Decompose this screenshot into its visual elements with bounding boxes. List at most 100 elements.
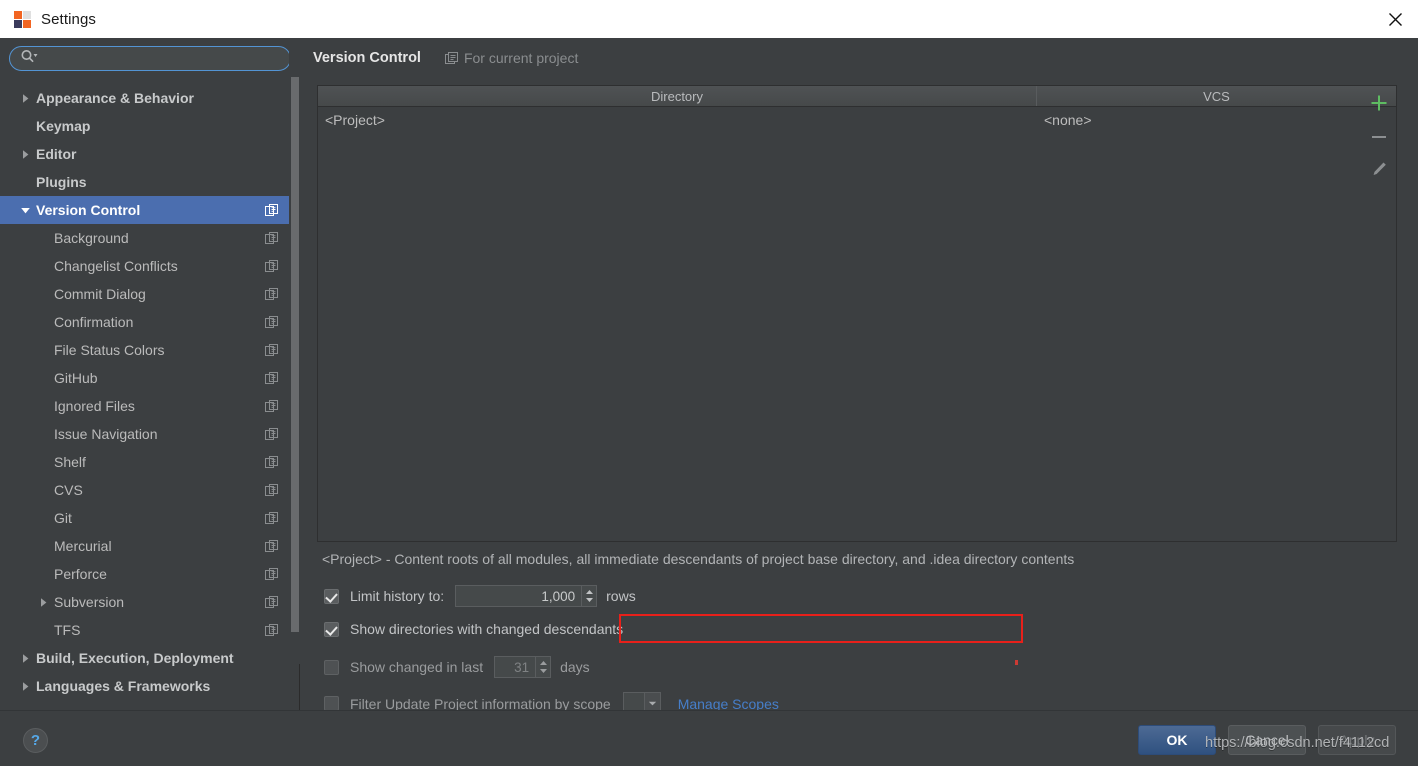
- plus-icon: [1369, 93, 1389, 113]
- show-changed-days-stepper[interactable]: [494, 656, 552, 678]
- sidebar-item-label: File Status Colors: [54, 342, 165, 358]
- show-changed-days-input[interactable]: [495, 657, 536, 677]
- sidebar-item-label: Editor: [36, 146, 77, 162]
- chevron-right-icon[interactable]: [18, 651, 32, 665]
- sidebar-item-subversion[interactable]: Subversion: [0, 588, 291, 616]
- close-icon[interactable]: [1372, 0, 1418, 38]
- sidebar-item-tfs[interactable]: TFS: [0, 616, 291, 644]
- limit-history-label: Limit history to:: [350, 588, 445, 604]
- search-input[interactable]: [41, 47, 290, 70]
- page-title: Version Control: [313, 50, 421, 66]
- sidebar-item-label: Background: [54, 230, 129, 246]
- apply-button: Apply: [1318, 725, 1396, 755]
- sidebar-item-github[interactable]: GitHub: [0, 364, 291, 392]
- vcs-directory-table: Directory VCS <Project> <none>: [317, 85, 1397, 542]
- sidebar-item-languages-frameworks[interactable]: Languages & Frameworks: [0, 672, 291, 700]
- project-scope-icon: [265, 287, 279, 301]
- sidebar-item-label: Shelf: [54, 454, 86, 470]
- add-directory-button[interactable]: [1361, 87, 1397, 119]
- main-panel: Version Control For current project Dire…: [301, 38, 1418, 715]
- limit-history-input[interactable]: [456, 586, 582, 606]
- project-scope-icon: [265, 427, 279, 441]
- chevron-down-icon[interactable]: [18, 203, 32, 217]
- sidebar-item-cvs[interactable]: CVS: [0, 476, 291, 504]
- sidebar-item-label: Commit Dialog: [54, 286, 146, 302]
- sidebar-item-plugins[interactable]: Plugins: [0, 168, 291, 196]
- sidebar-item-keymap[interactable]: Keymap: [0, 112, 291, 140]
- settings-dialog: Settings Appearance & Behavior Keymap Edit…: [0, 0, 1418, 766]
- annotation-red-dot: [1015, 660, 1018, 665]
- show-directories-checkbox[interactable]: [324, 621, 339, 637]
- sidebar-item-changelist-conflicts[interactable]: Changelist Conflicts: [0, 252, 291, 280]
- intellij-idea-icon: [14, 10, 31, 28]
- sidebar-item-version-control[interactable]: Version Control: [0, 196, 291, 224]
- sidebar-item-editor[interactable]: Editor: [0, 140, 291, 168]
- column-header-vcs[interactable]: VCS: [1037, 86, 1396, 106]
- chevron-right-icon[interactable]: [18, 679, 32, 693]
- project-scope-icon: [265, 511, 279, 525]
- sidebar-item-label: Issue Navigation: [54, 426, 158, 442]
- show-directories-label: Show directories with changed descendant…: [350, 621, 624, 637]
- remove-directory-button[interactable]: [1361, 121, 1397, 153]
- project-scope-icon: [265, 259, 279, 273]
- sidebar-item-perforce[interactable]: Perforce: [0, 560, 291, 588]
- sidebar-item-label: TFS: [54, 622, 81, 638]
- limit-history-unit: rows: [606, 588, 636, 604]
- search-field[interactable]: [9, 46, 291, 71]
- help-button[interactable]: ?: [23, 728, 48, 753]
- sidebar-item-label: Confirmation: [54, 314, 134, 330]
- window-title: Settings: [41, 10, 96, 28]
- filter-scope-checkbox[interactable]: [324, 696, 339, 711]
- limit-history-checkbox[interactable]: [324, 588, 339, 604]
- table-row[interactable]: <Project> <none>: [318, 107, 1396, 133]
- project-scope-icon: [265, 203, 279, 217]
- sidebar-item-label: Build, Execution, Deployment: [36, 650, 234, 666]
- column-header-directory[interactable]: Directory: [318, 86, 1037, 106]
- sidebar-item-label: GitHub: [54, 370, 98, 386]
- pencil-icon: [1369, 159, 1389, 179]
- show-changed-days-spin-arrows[interactable]: [535, 657, 551, 677]
- show-changed-in-last-row: Show changed in last days: [324, 656, 590, 678]
- sidebar-item-ignored-files[interactable]: Ignored Files: [0, 392, 291, 420]
- chevron-right-icon[interactable]: [18, 147, 32, 161]
- limit-history-stepper[interactable]: [455, 585, 598, 607]
- show-changed-in-last-checkbox[interactable]: [324, 659, 339, 675]
- sidebar-item-confirmation[interactable]: Confirmation: [0, 308, 291, 336]
- show-changed-in-last-label: Show changed in last: [350, 659, 484, 675]
- help-icon: ?: [30, 732, 41, 749]
- sidebar-item-label: Ignored Files: [54, 398, 135, 414]
- sidebar-item-shelf[interactable]: Shelf: [0, 448, 291, 476]
- sidebar-item-label: Git: [54, 510, 72, 526]
- sidebar-item-label: Appearance & Behavior: [36, 90, 194, 106]
- sidebar-item-background[interactable]: Background: [0, 224, 291, 252]
- sidebar-item-label: Languages & Frameworks: [36, 678, 211, 694]
- project-scope-icon: [265, 231, 279, 245]
- limit-history-spin-arrows[interactable]: [581, 586, 597, 606]
- sidebar-scrollbar-thumb[interactable]: [291, 77, 299, 632]
- project-scope-icon: [265, 371, 279, 385]
- sidebar-item-label: Keymap: [36, 118, 91, 134]
- sidebar-item-mercurial[interactable]: Mercurial: [0, 532, 291, 560]
- show-changed-days-unit: days: [560, 659, 590, 675]
- limit-history-row: Limit history to: rows: [324, 585, 636, 607]
- title-bar: Settings: [0, 0, 1418, 38]
- project-scope-icon: [265, 483, 279, 497]
- sidebar-item-file-status-colors[interactable]: File Status Colors: [0, 336, 291, 364]
- sidebar-item-label: Subversion: [54, 594, 125, 610]
- project-scope-icon: [265, 343, 279, 357]
- sidebar-item-build-execution-deployment[interactable]: Build, Execution, Deployment: [0, 644, 291, 672]
- cell-vcs: <none>: [1044, 112, 1092, 128]
- chevron-right-icon[interactable]: [36, 595, 50, 609]
- chevron-right-icon[interactable]: [18, 91, 32, 105]
- project-scope-icon: [265, 595, 279, 609]
- ok-button[interactable]: OK: [1138, 725, 1216, 755]
- table-body: <Project> <none>: [318, 107, 1396, 541]
- sidebar-item-issue-navigation[interactable]: Issue Navigation: [0, 420, 291, 448]
- sidebar-item-commit-dialog[interactable]: Commit Dialog: [0, 280, 291, 308]
- cancel-button[interactable]: Cancel: [1228, 725, 1306, 755]
- sidebar-item-git[interactable]: Git: [0, 504, 291, 532]
- edit-directory-button[interactable]: [1361, 153, 1397, 185]
- panel-header: Version Control For current project: [313, 50, 578, 66]
- sidebar-item-appearance-behavior[interactable]: Appearance & Behavior: [0, 84, 291, 112]
- settings-sidebar: Appearance & Behavior Keymap Editor Plugins…: [0, 38, 300, 710]
